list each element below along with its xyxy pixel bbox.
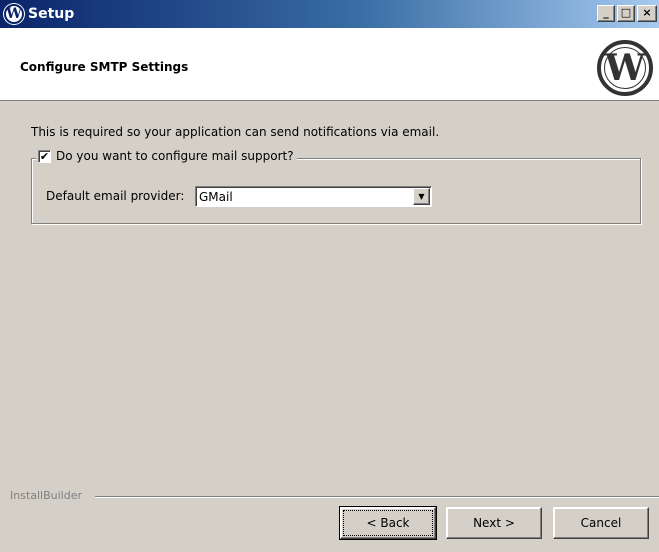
wordpress-logo-icon: W <box>597 40 653 96</box>
provider-label: Default email provider: <box>46 189 185 203</box>
close-button[interactable]: × <box>637 5 657 22</box>
mail-support-checkbox[interactable]: ✔ <box>38 149 51 163</box>
window-controls: _ □ × <box>597 5 657 22</box>
email-provider-value: GMail <box>199 190 233 204</box>
dropdown-arrow-icon[interactable]: ▼ <box>413 188 430 205</box>
cancel-button[interactable]: Cancel <box>553 507 649 539</box>
back-button[interactable]: < Back <box>339 506 437 540</box>
page-title: Configure SMTP Settings <box>20 60 189 74</box>
next-button[interactable]: Next > <box>446 507 542 539</box>
wordpress-logo-icon: W <box>4 4 24 24</box>
back-button-label: < Back <box>343 510 433 536</box>
mail-support-legend: ✔ Do you want to configure mail support? <box>36 149 297 163</box>
mail-support-label[interactable]: Do you want to configure mail support? <box>56 149 294 163</box>
footer-divider <box>95 496 659 498</box>
description-text: This is required so your application can… <box>31 125 440 139</box>
footer-brand: InstallBuilder <box>10 489 87 502</box>
title-bar[interactable]: W Setup _ □ × <box>0 0 659 28</box>
window-title: Setup <box>28 6 75 22</box>
maximize-button[interactable]: □ <box>617 5 635 22</box>
page-header: Configure SMTP Settings W <box>0 28 659 101</box>
minimize-button[interactable]: _ <box>597 5 615 22</box>
email-provider-select[interactable]: GMail ▼ <box>195 186 432 207</box>
